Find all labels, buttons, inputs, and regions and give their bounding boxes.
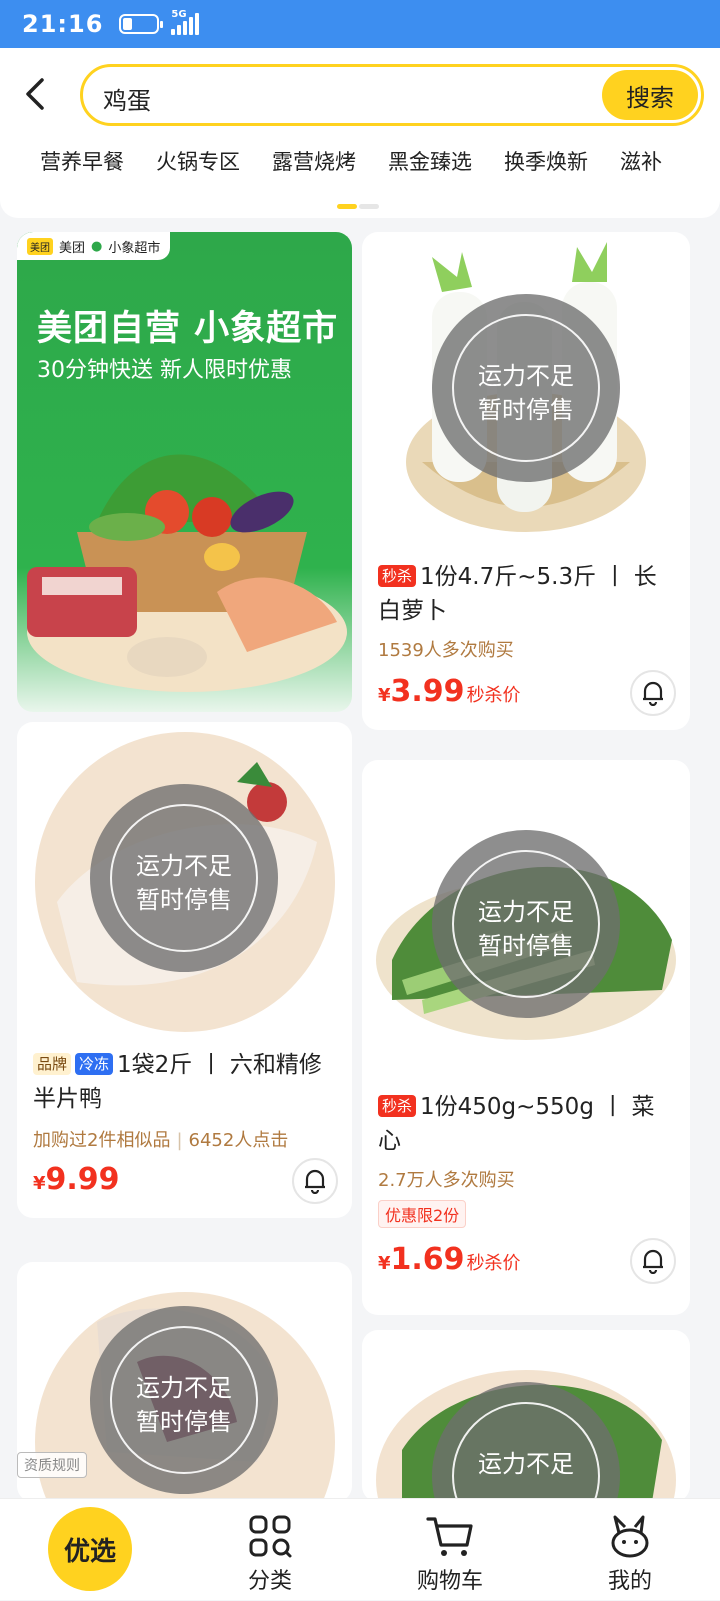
elephant-icon: ● (91, 238, 103, 254)
sold-out-overlay: 运力不足 暂时停售 (432, 830, 620, 1018)
tab-cart[interactable]: 购物车 (360, 1499, 540, 1601)
purchase-info: 加购过2件相似品 | 6452人点击 (33, 1130, 289, 1151)
category-strip: 营养早餐 火锅专区 露营烧烤 黑金臻选 换季焕新 滋补 (0, 142, 720, 200)
tab-category-label: 分类 (247, 1569, 292, 1594)
product-price: ¥3.99 秒杀价 (378, 674, 521, 709)
product-title: 1份450g~550g 丨 菜心 (378, 1094, 655, 1154)
product-title-block: 秒杀 1份4.7斤~5.3斤 丨 长白萝卜 (378, 560, 676, 628)
network-type: 5G (171, 9, 187, 20)
sold-out-overlay: 运力不足 暂时停售 (90, 784, 278, 972)
purchase-count: 1539人多次购买 (378, 640, 514, 661)
notify-bell-button[interactable] (630, 1238, 676, 1284)
cart-icon (426, 1517, 473, 1556)
tab-home-youxuan[interactable]: 优选 (48, 1507, 132, 1591)
category-item[interactable]: 黑金臻选 (388, 146, 472, 176)
grid-category-icon (249, 1515, 292, 1558)
product-card[interactable]: 运力不足 (362, 1330, 690, 1502)
brand-name: 美团 (59, 240, 86, 256)
flash-sale-tag: 秒杀 (378, 1095, 417, 1117)
product-price: ¥1.69 秒杀价 (378, 1242, 521, 1277)
purchase-count: 2.7万人多次购买 (378, 1170, 515, 1191)
frozen-tag: 冷冻 (75, 1053, 114, 1075)
tab-cart-label: 购物车 (416, 1569, 483, 1594)
category-item[interactable]: 滋补 (620, 146, 662, 176)
bell-icon (643, 681, 663, 706)
search-header: 鸡蛋 搜索 (0, 48, 720, 142)
product-card[interactable]: 运力不足 暂时停售 秒杀 1份4.7斤~5.3斤 丨 长白萝卜 1539人多次购买… (362, 232, 690, 730)
sold-out-overlay: 运力不足 暂时停售 (432, 294, 620, 482)
battery-icon (119, 14, 164, 34)
search-input[interactable]: 鸡蛋 (103, 81, 151, 116)
status-bar: 21:16 5G (0, 0, 720, 48)
brand-tag: 美团 美团 ● 小象超市 (17, 232, 171, 260)
product-price: ¥9.99 (33, 1162, 120, 1197)
flash-sale-tag: 秒杀 (378, 565, 417, 587)
tab-category[interactable]: 分类 (180, 1499, 360, 1601)
search-button[interactable]: 搜索 (602, 70, 698, 120)
search-box[interactable]: 鸡蛋 搜索 (80, 64, 704, 126)
meituan-logo: 美团 (27, 237, 53, 255)
tab-mine-label: 我的 (607, 1569, 652, 1594)
bell-icon (305, 1169, 325, 1194)
similar-items-note: 加购过2件相似品 (33, 1130, 171, 1151)
notify-bell-button[interactable] (630, 670, 676, 716)
notify-bell-button[interactable] (292, 1158, 338, 1204)
status-time: 21:16 (22, 10, 104, 38)
click-count: 6452人点击 (188, 1130, 289, 1151)
sold-out-overlay: 运力不足 暂时停售 (90, 1306, 278, 1494)
product-title-block: 品牌 冷冻 1袋2斤 丨 六和精修半片鸭 (33, 1048, 338, 1116)
qualification-rules-link[interactable]: 资质规则 (17, 1452, 87, 1478)
banner-subline: 30分钟快送 新人限时优惠 (37, 358, 292, 383)
grocery-basket-illustration (27, 454, 347, 692)
back-arrow-icon[interactable] (18, 76, 54, 112)
category-item[interactable]: 营养早餐 (40, 146, 124, 176)
bottom-tab-bar: 优选 分类 购物车 我的 (0, 1498, 720, 1600)
category-item[interactable]: 火锅专区 (156, 146, 240, 176)
category-item[interactable]: 露营烧烤 (272, 146, 356, 176)
product-card[interactable]: 运力不足 暂时停售 秒杀 1份450g~550g 丨 菜心 2.7万人多次购买 优… (362, 760, 690, 1315)
tab-mine[interactable]: 我的 (540, 1499, 720, 1601)
promo-banner[interactable]: 美团 美团 ● 小象超市 美团自营 小象超市 30分钟快送 新人限时优惠 (17, 232, 352, 712)
rabbit-mine-icon (611, 1515, 649, 1558)
product-title-block: 秒杀 1份450g~550g 丨 菜心 (378, 1090, 676, 1158)
category-page-indicator (0, 200, 720, 218)
category-item[interactable]: 换季焕新 (504, 146, 588, 176)
bell-icon (643, 1249, 663, 1274)
product-card[interactable]: 运力不足 暂时停售 品牌 冷冻 1袋2斤 丨 六和精修半片鸭 加购过2件相似品 | 64… (17, 722, 352, 1218)
brand-tag: 品牌 (33, 1053, 72, 1075)
banner-headline: 美团自营 小象超市 (37, 309, 339, 349)
product-title: 1份4.7斤~5.3斤 丨 长白萝卜 (378, 564, 657, 624)
promo-limit-badge: 优惠限2份 (378, 1200, 467, 1228)
sub-brand-name: 小象超市 (108, 240, 161, 256)
signal-icon: 5G (171, 9, 200, 35)
